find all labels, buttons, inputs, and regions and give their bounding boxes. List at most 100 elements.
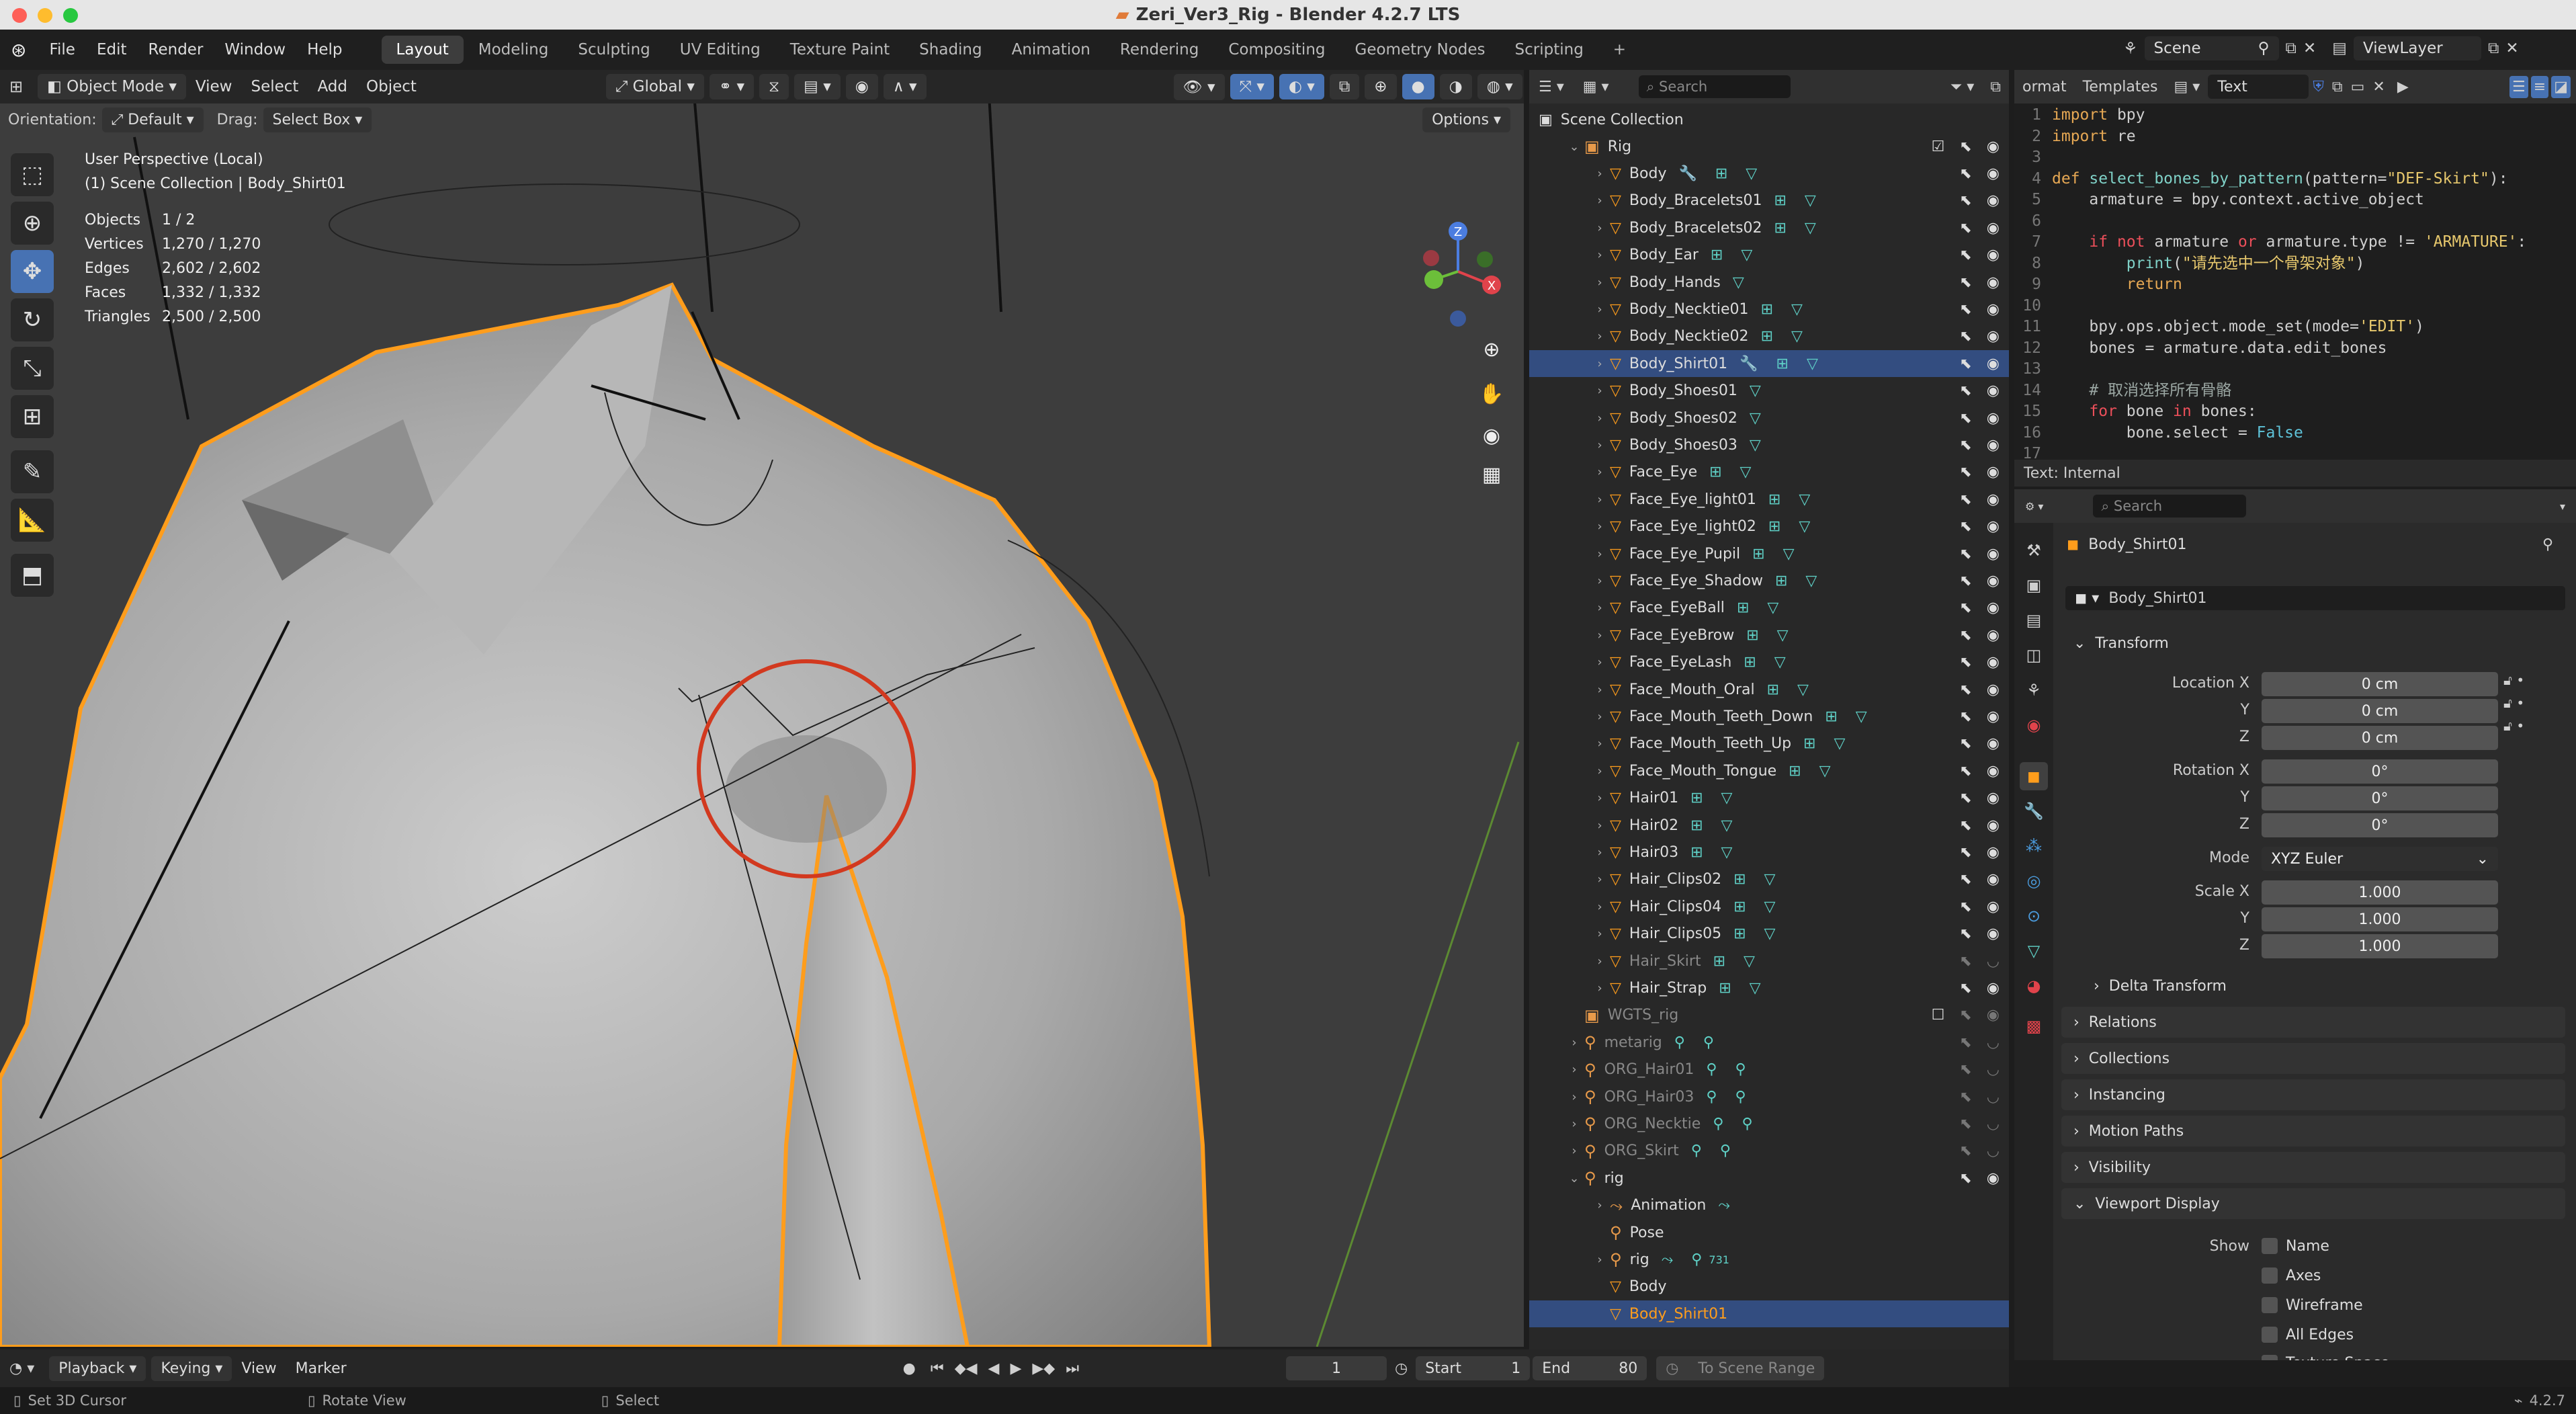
selectable-toggle-icon[interactable]: ⬉	[1959, 1116, 1971, 1132]
tab-sculpting[interactable]: Sculpting	[563, 36, 664, 64]
unlink-text-icon[interactable]: ✕	[2368, 79, 2389, 95]
tree-row-body-ear[interactable]: › ▽ Body_Ear ⊞ ▽ ⬉ ◉	[1529, 242, 2009, 269]
tree-row-body-necktie01[interactable]: › ▽ Body_Necktie01 ⊞ ▽ ⬉ ◉	[1529, 296, 2009, 323]
to-scene-range-button[interactable]: ◷ To Scene Range	[1656, 1356, 1825, 1380]
section-motion-paths[interactable]: › Motion Paths	[2061, 1116, 2565, 1147]
syntax-highlight-toggle[interactable]: ◪	[2551, 75, 2571, 98]
eye-icon[interactable]: ◉	[1987, 925, 2000, 942]
section-transform[interactable]: ⌄ Transform	[2061, 628, 2565, 659]
shading-solid-button[interactable]: ●	[1402, 74, 1434, 99]
rotation-y-field[interactable]: 0°	[2262, 786, 2498, 810]
modifier-icons[interactable]: ⊞ ▽	[1761, 328, 1809, 345]
open-text-icon[interactable]: ▭	[2347, 79, 2369, 95]
output-tab-icon[interactable]: ▤	[2020, 606, 2048, 634]
modifier-icons[interactable]: ⊞ ▽	[1825, 708, 1873, 725]
eye-icon[interactable]: ◉	[1987, 165, 2000, 182]
chevron-right-icon[interactable]: ›	[1590, 872, 1610, 886]
tab-texture-paint[interactable]: Texture Paint	[775, 36, 904, 64]
modifier-icons[interactable]: ⚲ ⚲	[1713, 1116, 1759, 1132]
tree-row-hair-skirt[interactable]: › ▽ Hair_Skirt ⊞ ▽ ⬉ ◡	[1529, 948, 2009, 974]
tree-row-face-eye-shadow[interactable]: › ▽ Face_Eye_Shadow ⊞ ▽ ⬉ ◉	[1529, 567, 2009, 594]
end-frame-field[interactable]: End 80	[1533, 1356, 1647, 1380]
location-y-field[interactable]: 0 cm	[2262, 699, 2498, 723]
tree-row-face-eye-light02[interactable]: › ▽ Face_Eye_light02 ⊞ ▽ ⬉ ◉	[1529, 513, 2009, 540]
eye-icon[interactable]: ◉	[1987, 790, 2000, 806]
tree-row-body-shirt01[interactable]: ▽ Body_Shirt01	[1529, 1300, 2009, 1328]
jump-key-forward-icon[interactable]: ▶◆	[1027, 1360, 1060, 1377]
eye-icon[interactable]: ◉	[1987, 573, 2000, 589]
scale-z-field[interactable]: 1.000	[2262, 934, 2498, 958]
tree-row-face-eyelash[interactable]: › ▽ Face_EyeLash ⊞ ▽ ⬉ ◉	[1529, 649, 2009, 676]
text-datablock-field[interactable]: Text	[2208, 75, 2309, 99]
tree-row-hair03[interactable]: › ▽ Hair03 ⊞ ▽ ⬉ ◉	[1529, 839, 2009, 866]
navigation-gizmo[interactable]: Z X	[1404, 151, 1512, 339]
move-tool[interactable]: ✥	[11, 250, 54, 293]
tree-row-hair-strap[interactable]: › ▽ Hair_Strap ⊞ ▽ ⬉ ◉	[1529, 974, 2009, 1001]
tree-row-hair01[interactable]: › ▽ Hair01 ⊞ ▽ ⬉ ◉	[1529, 785, 2009, 812]
selectable-toggle-icon[interactable]: ⬉	[1959, 763, 1971, 780]
tree-row-body-shoes01[interactable]: › ▽ Body_Shoes01 ▽ ⬉ ◉	[1529, 378, 2009, 405]
lock-icon[interactable]: 🔓︎ •	[2503, 718, 2524, 734]
modifier-icons[interactable]: ⊞ ▽	[1733, 925, 1782, 942]
menu-window[interactable]: Window	[214, 41, 296, 58]
modifier-icons[interactable]: ⊞ ▽	[1789, 763, 1837, 780]
modifier-icons[interactable]: ⊞ ▽	[1713, 953, 1762, 970]
blender-logo-icon[interactable]: ⊛	[0, 39, 38, 61]
keying-dropdown[interactable]: Keying ▾	[151, 1356, 232, 1381]
chevron-right-icon[interactable]: ›	[1564, 1144, 1584, 1158]
shading-wireframe-button[interactable]: ⊕	[1365, 74, 1397, 99]
pin-icon[interactable]: ⚲	[2542, 536, 2553, 553]
snap-target-dropdown[interactable]: ▤ ▾	[794, 74, 841, 99]
lock-icon[interactable]: 🔓︎ •	[2503, 672, 2524, 688]
gizmo-neg-z[interactable]	[1450, 310, 1466, 327]
modifier-icons[interactable]: ⊞ ▽	[1711, 247, 1759, 263]
selectable-toggle-icon[interactable]: ⬉	[1959, 599, 1971, 616]
tree-row-rig[interactable]: ⌄ ⚲ rig ⬉ ◉	[1529, 1165, 2009, 1192]
selectable-toggle-icon[interactable]: ⬉	[1959, 1007, 1971, 1024]
modifier-icons[interactable]: ⊞ ▽	[1774, 220, 1822, 237]
chevron-right-icon[interactable]: ›	[1590, 276, 1610, 290]
tree-row-hair02[interactable]: › ▽ Hair02 ⊞ ▽ ⬉ ◉	[1529, 812, 2009, 839]
eye-icon[interactable]: ◉	[1987, 192, 2000, 209]
selectable-toggle-icon[interactable]: ⬉	[1959, 681, 1971, 698]
chevron-down-icon[interactable]: ⌄	[1564, 1171, 1584, 1186]
rotation-x-field[interactable]: 0°	[2262, 759, 2498, 784]
chevron-right-icon[interactable]: ›	[1590, 221, 1610, 235]
modifier-icons[interactable]: 🔧 ⊞ ▽	[1740, 356, 1825, 372]
chevron-right-icon[interactable]: ›	[1590, 1253, 1610, 1267]
new-collection-icon[interactable]: ⧉	[1982, 79, 2009, 95]
selectable-toggle-icon[interactable]: ⬉	[1959, 654, 1971, 671]
chevron-right-icon[interactable]: ›	[1590, 519, 1610, 534]
transform-tool[interactable]: ⊞	[11, 395, 54, 438]
tree-row-org-skirt[interactable]: › ⚲ ORG_Skirt ⚲ ⚲ ⬉ ◡	[1529, 1138, 2009, 1165]
eye-icon[interactable]: ◉	[1987, 1170, 2000, 1187]
display-mode-icon[interactable]: ▦ ▾	[1574, 79, 1619, 95]
start-frame-field[interactable]: Start 1	[1416, 1356, 1531, 1380]
modifier-icons[interactable]: ⤳	[1718, 1197, 1737, 1214]
timeline-editor-icon[interactable]: ◔ ▾	[0, 1360, 44, 1377]
modifier-icons[interactable]: ⚲ ⚲	[1674, 1034, 1721, 1051]
modifier-icons[interactable]: ⊞ ▽	[1733, 899, 1782, 915]
modifier-icons[interactable]: ⊞ ▽	[1774, 192, 1822, 209]
eye-icon[interactable]: ◉	[1987, 817, 2000, 834]
menu-templates[interactable]: Templates	[2075, 79, 2166, 95]
current-frame-field[interactable]: 1	[1286, 1356, 1387, 1380]
tree-row-body[interactable]: ▽ Body	[1529, 1274, 2009, 1300]
selectable-toggle-icon[interactable]: ⬉	[1959, 627, 1971, 644]
modifier-icons[interactable]: 🔧 ⊞ ▽	[1678, 165, 1764, 182]
filter-icon[interactable]: ⏷ ▾	[1942, 79, 1983, 95]
options-dropdown[interactable]: Options ▾	[1422, 107, 1510, 132]
view-layer-field[interactable]: ViewLayer	[2353, 36, 2481, 60]
tree-row-face-eye-pupil[interactable]: › ▽ Face_Eye_Pupil ⊞ ▽ ⬉ ◉	[1529, 540, 2009, 567]
tree-row-face-mouth-oral[interactable]: › ▽ Face_Mouth_Oral ⊞ ▽ ⬉ ◉	[1529, 676, 2009, 703]
gizmo-toggle[interactable]: ⤧ ▾	[1230, 74, 1274, 99]
menu-add[interactable]: Add	[308, 78, 357, 95]
selectable-toggle-icon[interactable]: ⬉	[1959, 1034, 1971, 1051]
cursor-tool[interactable]: ⊕	[11, 202, 54, 245]
eye-icon[interactable]: ◉	[1987, 681, 2000, 698]
line-numbers-toggle[interactable]: ☰	[2509, 75, 2528, 98]
add-cube-tool[interactable]: ⬒	[11, 554, 54, 597]
eye-icon[interactable]: ◉	[1987, 328, 2000, 345]
object-tab-icon[interactable]: ◼	[2020, 762, 2048, 790]
tab-scripting[interactable]: Scripting	[1500, 36, 1598, 64]
